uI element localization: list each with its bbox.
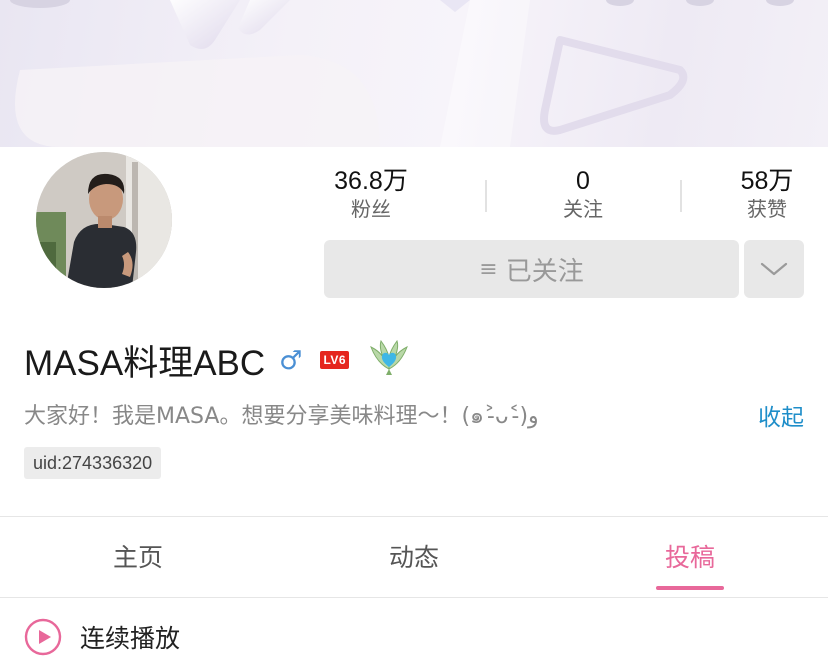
play-circle-icon: [24, 618, 62, 656]
followers-count: 36.8万: [334, 167, 408, 195]
winged-heart-icon: [370, 339, 409, 375]
likes-label: 获赞: [747, 197, 787, 221]
active-tab-indicator: [656, 586, 724, 590]
continuous-play-button[interactable]: 连续播放: [24, 618, 180, 656]
stat-divider: [680, 180, 682, 212]
banner-decoration: [10, 0, 794, 147]
more-options-button[interactable]: [744, 240, 804, 298]
followed-button-label: 已关注: [505, 256, 584, 287]
following-label: 关注: [563, 197, 603, 221]
continuous-play-label: 连续播放: [80, 624, 181, 653]
menu-lines-icon: ≡: [479, 256, 498, 282]
stat-likes[interactable]: 58万 获赞: [707, 166, 827, 222]
tabs-top-border: [0, 516, 828, 517]
collapse-bio-button[interactable]: 收起: [758, 398, 804, 432]
user-uid[interactable]: uid:274336320: [24, 447, 162, 479]
profile-banner: [0, 0, 828, 147]
user-bio: 大家好！我是MASA。想要分享美味料理～！(๑˃̵ᴗ˂̵)و: [24, 404, 539, 429]
stat-following[interactable]: 0 关注: [523, 166, 643, 222]
followed-button[interactable]: ≡ 已关注: [324, 240, 739, 298]
chevron-down-icon: [760, 262, 788, 276]
user-name: MASA料理ABC: [24, 343, 266, 383]
user-avatar[interactable]: [36, 152, 172, 288]
tabs-bottom-border: [0, 597, 828, 598]
level-badge[interactable]: LV6: [320, 351, 350, 369]
male-gender-icon: ♂: [279, 346, 303, 376]
stat-divider: [485, 180, 487, 212]
winged-heart-badge-icon[interactable]: [369, 339, 409, 381]
stat-followers[interactable]: 36.8万 粉丝: [311, 166, 431, 222]
followers-label: 粉丝: [351, 197, 391, 221]
tab-dynamics[interactable]: 动态: [354, 538, 474, 574]
profile-name-row: MASA料理ABC ♂ LV6: [24, 336, 409, 384]
likes-count: 58万: [740, 167, 794, 195]
following-count: 0: [576, 167, 590, 195]
tab-home[interactable]: 主页: [78, 538, 198, 574]
tab-posts[interactable]: 投稿: [630, 538, 750, 574]
avatar-photo: [36, 152, 172, 288]
